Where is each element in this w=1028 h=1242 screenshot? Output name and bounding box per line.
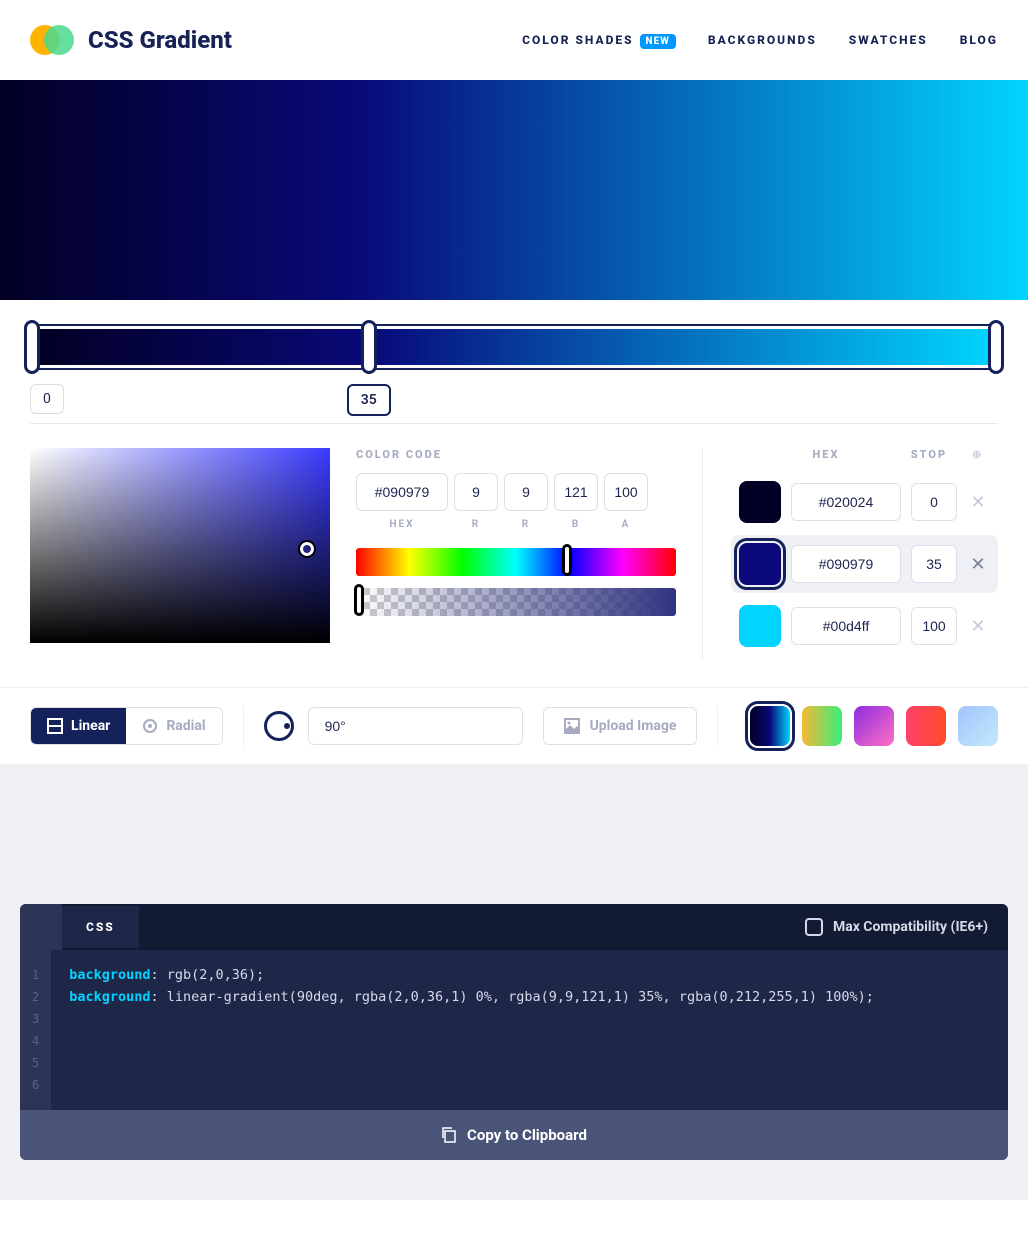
slider-handle[interactable] [988, 320, 1004, 374]
code-keyword: background [69, 989, 150, 1005]
copy-label: Copy to Clipboard [467, 1126, 587, 1144]
code-rest: : rgb(2,0,36); [151, 967, 265, 983]
nav: COLOR SHADES NEW BACKGROUNDS SWATCHES BLO… [522, 33, 998, 47]
position-labels: 0 35 [30, 384, 998, 424]
stop-swatch[interactable] [739, 605, 781, 647]
stops-head-stop: STOP [906, 448, 952, 461]
code-gutter-head [20, 904, 62, 950]
stop-row[interactable]: ✕ [731, 473, 998, 531]
stop-row[interactable]: ✕ [731, 535, 998, 593]
stop-position-input[interactable] [911, 607, 957, 645]
copy-button[interactable]: Copy to Clipboard [20, 1110, 1008, 1160]
nav-color-shades[interactable]: COLOR SHADES NEW [522, 33, 676, 47]
gradient-slider[interactable] [30, 324, 998, 370]
hue-slider[interactable] [356, 548, 676, 576]
compat-toggle[interactable]: Max Compatibility (IE6+) [785, 904, 1008, 950]
presets [750, 706, 998, 746]
logo-text: CSS Gradient [88, 26, 232, 54]
radial-icon [142, 718, 158, 734]
radial-label: Radial [166, 718, 205, 734]
code-rest: : linear-gradient(90deg, rgba(2,0,36,1) … [151, 989, 874, 1005]
upload-label: Upload Image [590, 718, 677, 734]
b-input[interactable] [554, 473, 598, 511]
slider-handle[interactable] [361, 320, 377, 374]
add-stop-icon[interactable]: ⊕ [972, 448, 992, 461]
alpha-handle[interactable] [354, 584, 364, 616]
color-code-panel: COLOR CODE HEX R R B A [356, 448, 676, 659]
gradient-preview [0, 80, 1028, 300]
compat-label: Max Compatibility (IE6+) [833, 919, 988, 935]
hue-handle[interactable] [562, 544, 572, 576]
stop-hex-input[interactable] [791, 607, 901, 645]
gradient-slider-area: 0 35 [0, 300, 1028, 424]
separator [717, 706, 718, 746]
sublabel-g: R [504, 519, 548, 530]
badge-new: NEW [640, 34, 676, 49]
angle-control [264, 707, 523, 745]
header: CSS Gradient COLOR SHADES NEW BACKGROUNDS… [0, 0, 1028, 80]
gradient-type-toggle: Linear Radial [30, 707, 223, 745]
stop-swatch[interactable] [739, 543, 781, 585]
g-input[interactable] [504, 473, 548, 511]
sublabel-hex: HEX [356, 519, 448, 530]
checkbox-icon[interactable] [805, 918, 823, 936]
stop-swatch[interactable] [739, 481, 781, 523]
preset-swatch[interactable] [958, 706, 998, 746]
upload-image-button[interactable]: Upload Image [543, 707, 698, 745]
angle-input[interactable] [308, 707, 523, 745]
gradient-bar [35, 329, 993, 365]
nav-swatches[interactable]: SWATCHES [849, 33, 928, 47]
logo[interactable]: CSS Gradient [30, 18, 232, 62]
code-section: CSS Max Compatibility (IE6+) 123456 back… [0, 764, 1028, 1200]
alpha-slider[interactable] [356, 588, 676, 616]
position-label[interactable]: 0 [30, 384, 64, 414]
color-picker[interactable] [30, 448, 330, 643]
linear-label: Linear [71, 718, 110, 734]
preset-swatch[interactable] [854, 706, 894, 746]
position-label[interactable]: 35 [347, 384, 391, 416]
delete-stop-icon[interactable]: ✕ [967, 616, 989, 637]
separator [243, 706, 244, 746]
code-text[interactable]: background: rgb(2,0,36); background: lin… [51, 950, 892, 1110]
hex-input[interactable] [356, 473, 448, 511]
code-head: CSS Max Compatibility (IE6+) [20, 904, 1008, 950]
code-keyword: background [69, 967, 150, 983]
angle-dial[interactable] [264, 711, 294, 741]
stop-row[interactable]: ✕ [731, 597, 998, 655]
bottom-toolbar: Linear Radial Upload Image [0, 687, 1028, 764]
linear-button[interactable]: Linear [31, 708, 126, 744]
picker-cursor[interactable] [300, 542, 314, 556]
radial-button[interactable]: Radial [126, 708, 221, 744]
code-box: CSS Max Compatibility (IE6+) 123456 back… [20, 904, 1008, 1160]
slider-handle[interactable] [24, 320, 40, 374]
r-input[interactable] [454, 473, 498, 511]
a-input[interactable] [604, 473, 648, 511]
copy-icon [441, 1127, 457, 1143]
logo-icon [30, 18, 74, 62]
nav-backgrounds[interactable]: BACKGROUNDS [708, 33, 817, 47]
stops-panel: HEX STOP ⊕ ✕ ✕ ✕ [702, 448, 998, 659]
linear-icon [47, 718, 63, 734]
sublabel-b: B [554, 519, 598, 530]
preset-swatch[interactable] [802, 706, 842, 746]
sublabel-a: A [604, 519, 648, 530]
css-tab[interactable]: CSS [62, 906, 139, 948]
nav-blog[interactable]: BLOG [960, 33, 998, 47]
delete-stop-icon[interactable]: ✕ [967, 492, 989, 513]
image-icon [564, 718, 580, 734]
nav-color-shades-label: COLOR SHADES [522, 33, 633, 47]
stops-head-hex: HEX [766, 448, 886, 461]
stop-position-input[interactable] [911, 483, 957, 521]
preset-swatch[interactable] [750, 706, 790, 746]
stop-hex-input[interactable] [791, 545, 901, 583]
stop-hex-input[interactable] [791, 483, 901, 521]
color-code-label: COLOR CODE [356, 448, 676, 461]
code-body: 123456 background: rgb(2,0,36); backgrou… [20, 950, 1008, 1110]
delete-stop-icon[interactable]: ✕ [967, 554, 989, 575]
line-numbers: 123456 [20, 950, 51, 1110]
sublabel-r: R [454, 519, 498, 530]
preset-swatch[interactable] [906, 706, 946, 746]
controls-row: COLOR CODE HEX R R B A HEX STOP ⊕ ✕ ✕ ✕ [0, 424, 1028, 687]
stop-position-input[interactable] [911, 545, 957, 583]
